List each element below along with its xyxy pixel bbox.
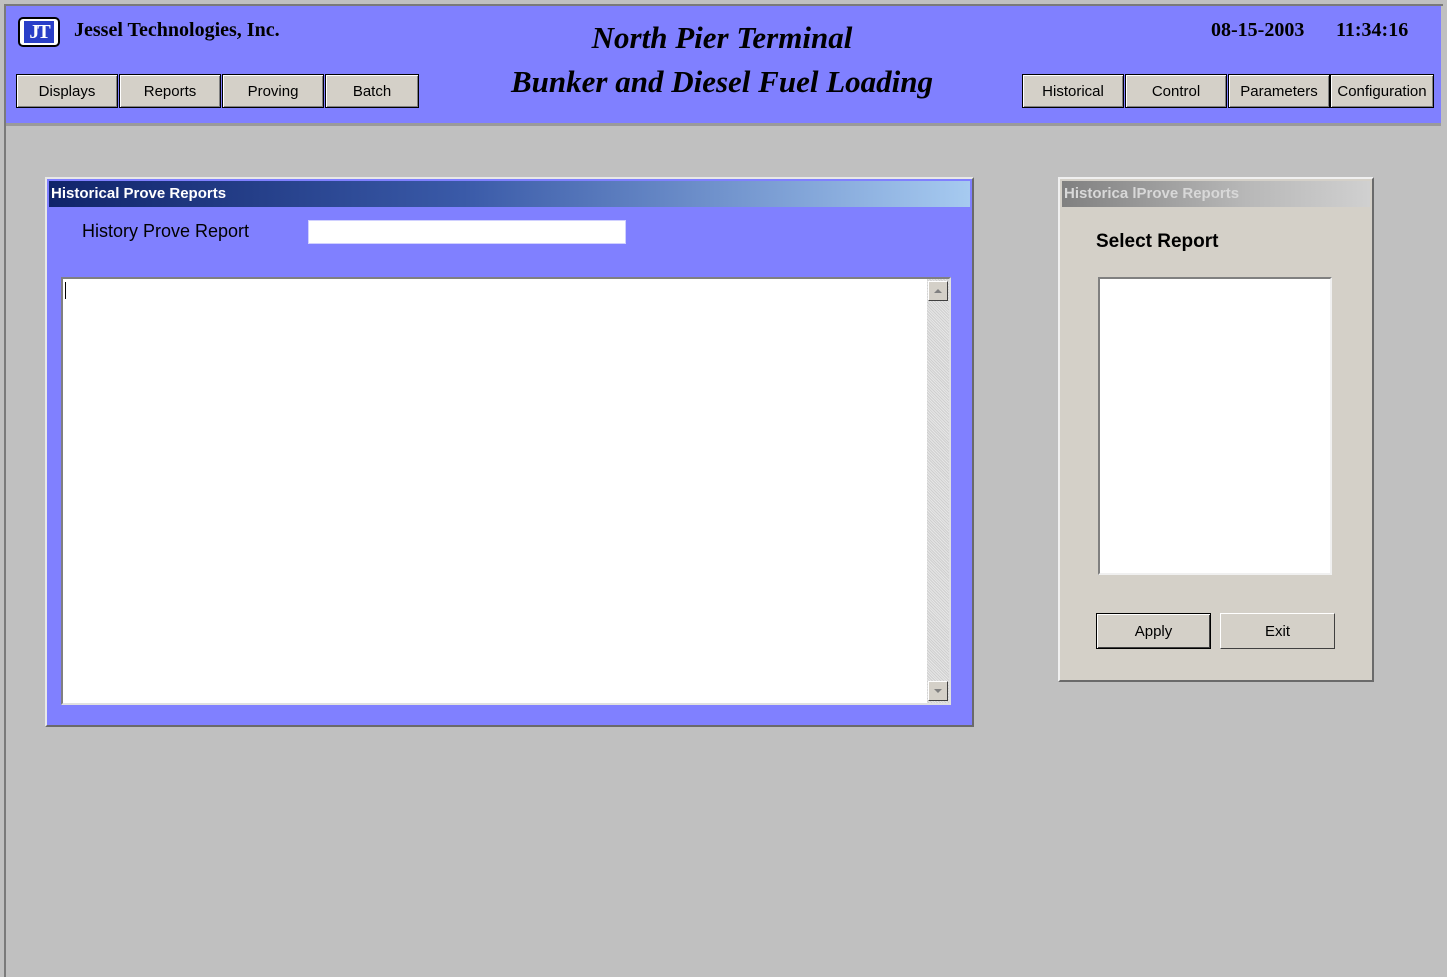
select-report-label: Select Report [1096,231,1219,252]
nav-reports-button[interactable]: Reports [119,74,221,108]
arrow-up-icon [934,289,942,293]
logo-mark: JT [24,21,54,43]
dialog-title: Historica lProve Reports [1062,181,1370,207]
nav-configuration-button[interactable]: Configuration [1330,74,1434,108]
company-name: Jessel Technologies, Inc. [74,19,280,41]
report-list-box[interactable] [1098,277,1332,575]
arrow-down-icon [934,689,942,693]
scroll-down-button[interactable] [928,681,948,701]
nav-control-button[interactable]: Control [1125,74,1227,108]
text-caret [65,282,66,299]
current-time: 11:34:16 [1336,19,1409,41]
current-date: 08-15-2003 [1211,19,1305,41]
apply-button[interactable]: Apply [1096,613,1211,649]
historical-prove-reports-panel: Historical Prove Reports History Prove R… [45,177,974,727]
vertical-scrollbar[interactable] [927,279,949,703]
history-prove-report-label: History Prove Report [82,221,250,241]
nav-historical-button[interactable]: Historical [1022,74,1124,108]
nav-batch-button[interactable]: Batch [325,74,419,108]
nav-proving-button[interactable]: Proving [222,74,324,108]
terminal-title: North Pier Terminal [591,20,853,55]
system-title: Bunker and Diesel Fuel Loading [511,64,933,99]
select-report-dialog: Historica lProve Reports Select Report A… [1058,177,1374,682]
exit-button[interactable]: Exit [1220,613,1335,649]
report-text-area[interactable] [61,277,951,705]
company-logo: JT [18,17,60,47]
nav-parameters-button[interactable]: Parameters [1228,74,1330,108]
scroll-up-button[interactable] [928,281,948,301]
history-prove-report-field[interactable] [308,220,626,244]
nav-displays-button[interactable]: Displays [16,74,118,108]
panel-title: Historical Prove Reports [49,181,970,207]
header-bar: JT Jessel Technologies, Inc. North Pier … [6,6,1441,126]
